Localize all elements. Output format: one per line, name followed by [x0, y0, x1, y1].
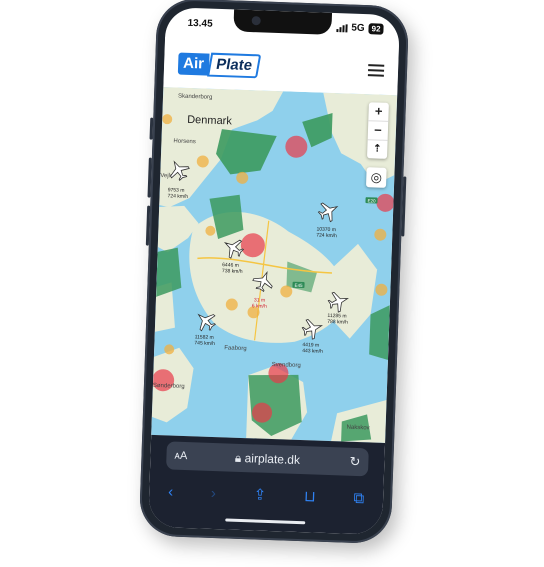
plane-speed: 788 km/h: [327, 319, 348, 326]
reload-icon[interactable]: ↻: [349, 454, 360, 470]
airfield-marker[interactable]: [236, 171, 249, 184]
zoom-control: + − ⇡: [366, 102, 389, 159]
compass-icon[interactable]: ⇡: [367, 140, 388, 159]
phone-frame: 13.45 5G 92 Air Plate E20 E45 Skanderbor…: [138, 0, 410, 545]
airport-marker[interactable]: [285, 135, 308, 158]
status-time: 13.45: [187, 17, 213, 30]
road-shield-label: E45: [294, 283, 303, 288]
airfield-marker[interactable]: [375, 283, 388, 296]
browser-toolbar: ‹ › ⇪ ⊔ ⧉: [149, 479, 384, 511]
site-header: Air Plate: [163, 37, 399, 96]
volume-up-button: [147, 157, 152, 198]
road-shield-label: E20: [367, 198, 376, 203]
signal-icon: [336, 23, 348, 32]
place-label: Horsens: [173, 138, 196, 145]
airport-marker[interactable]: [376, 193, 395, 213]
plane-speed: 738 km/h: [222, 268, 243, 275]
plane-speed: 6 km/h: [252, 303, 267, 310]
plane-speed: 443 km/h: [302, 348, 323, 355]
back-icon[interactable]: ‹: [168, 483, 174, 500]
plane-speed: 745 km/h: [194, 340, 215, 347]
safari-browser-bar: ᴀA 🔒︎ airplate.dk ↻ ‹ › ⇪ ⊔ ⧉: [147, 434, 386, 535]
address-bar[interactable]: ᴀA 🔒︎ airplate.dk ↻: [166, 441, 369, 477]
tabs-icon[interactable]: ⧉: [353, 489, 364, 506]
camera-icon: [251, 16, 261, 26]
flight-map[interactable]: E20 E45 Skanderborg Denmark Horsens Vejl…: [151, 87, 398, 443]
place-label: Faaborg: [224, 345, 247, 352]
plane-speed: 724 km/h: [316, 232, 337, 239]
locate-icon[interactable]: ◎: [365, 167, 387, 188]
power-button: [401, 176, 407, 237]
volume-down-button: [145, 205, 151, 246]
zoom-in-button[interactable]: +: [368, 102, 389, 122]
phone-screen: 13.45 5G 92 Air Plate E20 E45 Skanderbor…: [147, 7, 401, 535]
airplate-logo[interactable]: Air Plate: [177, 52, 261, 79]
green-zone: [369, 305, 390, 361]
notch: [233, 9, 333, 35]
plane-icon[interactable]: [316, 198, 342, 225]
lock-icon: 🔒︎: [234, 450, 242, 465]
share-icon[interactable]: ⇪: [253, 485, 266, 503]
silent-switch: [149, 117, 154, 140]
place-label: Skanderborg: [178, 94, 213, 101]
logo-plate: Plate: [206, 52, 261, 79]
zoom-out-button[interactable]: −: [367, 121, 389, 141]
plane-speed: 724 km/h: [167, 193, 188, 200]
country-label: Denmark: [187, 114, 233, 128]
place-label: Sønderborg: [153, 383, 185, 390]
logo-air: Air: [177, 52, 210, 76]
green-zone: [156, 247, 182, 297]
bookmarks-icon[interactable]: ⊔: [304, 487, 316, 505]
home-indicator[interactable]: [225, 518, 306, 525]
network-type: 5G: [351, 22, 365, 35]
url-text: 🔒︎ airplate.dk: [166, 448, 368, 470]
forward-icon[interactable]: ›: [211, 484, 217, 501]
url-value: airplate.dk: [244, 451, 301, 468]
hamburger-menu-icon[interactable]: [367, 64, 385, 77]
map-canvas: E20 E45 Skanderborg Denmark Horsens Vejl…: [151, 87, 398, 443]
battery-icon: 92: [368, 23, 384, 35]
place-label: Svendborg: [272, 362, 301, 369]
place-label: Nakskov: [346, 425, 369, 432]
airfield-marker[interactable]: [374, 228, 387, 241]
green-zone: [216, 129, 277, 175]
